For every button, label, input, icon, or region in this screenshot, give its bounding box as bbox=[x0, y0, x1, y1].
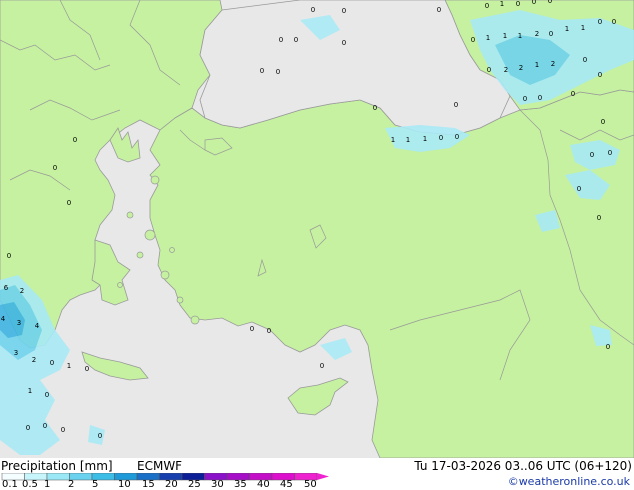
scale-label-10: 35 bbox=[234, 479, 247, 490]
precip-value-5: 0 bbox=[516, 0, 520, 8]
precip-value-65: 0 bbox=[26, 424, 30, 432]
precip-value-28: 0 bbox=[583, 56, 587, 64]
precip-value-9: 0 bbox=[612, 18, 616, 26]
precip-value-33: 0 bbox=[454, 101, 458, 109]
precip-value-36: 1 bbox=[391, 136, 395, 144]
scale-label-12: 45 bbox=[280, 479, 293, 490]
scale-label-11: 40 bbox=[257, 479, 270, 490]
precip-value-26: 1 bbox=[535, 61, 539, 69]
footer-model: ECMWF bbox=[137, 459, 183, 473]
precip-value-4: 1 bbox=[500, 0, 504, 8]
precip-value-38: 1 bbox=[423, 135, 427, 143]
precip-value-37: 1 bbox=[406, 136, 410, 144]
precip-value-25: 2 bbox=[519, 64, 523, 72]
precip-value-63: 1 bbox=[28, 387, 32, 395]
precip-value-41: 0 bbox=[73, 136, 77, 144]
precip-value-13: 0 bbox=[471, 36, 475, 44]
scale-label-1: 0.5 bbox=[22, 479, 38, 490]
precip-value-34: 0 bbox=[373, 104, 377, 112]
precip-value-2: 0 bbox=[437, 6, 441, 14]
precip-value-10: 0 bbox=[279, 36, 283, 44]
precip-value-11: 0 bbox=[294, 36, 298, 44]
precip-value-67: 0 bbox=[61, 426, 65, 434]
precip-value-43: 0 bbox=[608, 149, 612, 157]
precip-value-22: 0 bbox=[276, 68, 280, 76]
map-canvas: 0 0 0 0 1 0 0 0 0 0 0 0 0 0 1 1 1 2 0 1 1 0 0 0 2 2 1 2 0 0 0 0 0 0 0 0 1 1 1 0… bbox=[0, 0, 634, 459]
precip-value-47: 0 bbox=[597, 214, 601, 222]
scale-label-5: 10 bbox=[118, 479, 131, 490]
scale-label-4: 5 bbox=[92, 479, 99, 490]
precip-value-53: 4 bbox=[35, 322, 40, 330]
precip-value-14: 1 bbox=[486, 34, 490, 42]
precip-value-6: 0 bbox=[532, 0, 536, 6]
precip-value-45: 0 bbox=[577, 185, 581, 193]
scale-label-0: 0.1 bbox=[2, 479, 18, 490]
precip-value-58: 0 bbox=[50, 359, 54, 367]
precip-value-24: 2 bbox=[504, 66, 508, 74]
precip-value-12: 0 bbox=[342, 39, 346, 47]
scale-label-8: 25 bbox=[188, 479, 201, 490]
scale-label-9: 30 bbox=[211, 479, 224, 490]
precip-value-48: 0 bbox=[7, 252, 11, 260]
precip-value-3: 0 bbox=[485, 2, 489, 10]
precip-value-51: 4 bbox=[1, 315, 6, 323]
precip-value-17: 2 bbox=[535, 30, 539, 38]
precip-value-64: 0 bbox=[45, 391, 49, 399]
scale-swatch-2 bbox=[46, 473, 70, 481]
precip-value-62: 0 bbox=[606, 343, 610, 351]
precip-value-49: 6 bbox=[4, 284, 9, 292]
precip-value-40: 0 bbox=[455, 133, 459, 141]
precip-value-57: 2 bbox=[32, 356, 36, 364]
scale-label-7: 20 bbox=[165, 479, 178, 490]
precip-value-29: 0 bbox=[598, 71, 602, 79]
scale-label-6: 15 bbox=[142, 479, 155, 490]
precip-value-66: 0 bbox=[43, 422, 47, 430]
precip-value-27: 2 bbox=[551, 60, 555, 68]
precip-value-32: 0 bbox=[571, 90, 575, 98]
precip-value-18: 0 bbox=[549, 30, 553, 38]
precip-value-68: 0 bbox=[98, 432, 102, 440]
precip-value-16: 1 bbox=[518, 32, 522, 40]
scale-label-2: 1 bbox=[44, 479, 51, 490]
precip-value-61: 0 bbox=[320, 362, 324, 370]
precip-value-31: 0 bbox=[538, 94, 542, 102]
precip-value-7: 0 bbox=[548, 0, 552, 5]
precip-value-23: 0 bbox=[487, 66, 491, 74]
footer-credit[interactable]: ©weatheronline.co.uk bbox=[508, 475, 630, 489]
precip-value-50: 2 bbox=[20, 287, 24, 295]
precip-value-15: 1 bbox=[503, 32, 507, 40]
footer-title: Precipitation [mm] bbox=[1, 459, 113, 473]
precip-value-60: 0 bbox=[85, 365, 89, 373]
precip-value-44: 0 bbox=[53, 164, 57, 172]
precip-value-20: 1 bbox=[581, 24, 585, 32]
precip-value-19: 1 bbox=[565, 25, 569, 33]
precip-value-54: 0 bbox=[250, 325, 254, 333]
precip-value-30: 0 bbox=[523, 95, 527, 103]
precip-value-55: 0 bbox=[267, 327, 271, 335]
precip-value-21: 0 bbox=[260, 67, 264, 75]
precip-value-59: 1 bbox=[67, 362, 71, 370]
precip-value-52: 3 bbox=[17, 319, 21, 327]
precip-value-8: 0 bbox=[598, 18, 602, 26]
scale-arrow bbox=[317, 473, 329, 480]
precip-value-35: 0 bbox=[601, 118, 605, 126]
scale-label-3: 2 bbox=[68, 479, 75, 490]
map-area: 0 0 0 0 1 0 0 0 0 0 0 0 0 0 1 1 1 2 0 1 1 0 0 0 2 2 1 2 0 0 0 0 0 0 0 0 1 1 1 0… bbox=[0, 0, 634, 459]
footer-date: Tu 17-03-2026 03..06 UTC (06+120) bbox=[414, 459, 632, 473]
map-footer: Precipitation [mm] ECMWF Tu 17-03-2026 0… bbox=[0, 458, 634, 490]
precip-value-1: 0 bbox=[342, 7, 346, 15]
precip-value-42: 0 bbox=[590, 151, 594, 159]
scale-label-13: 50 bbox=[304, 479, 317, 490]
precip-value-56: 3 bbox=[14, 349, 18, 357]
precip-value-46: 0 bbox=[67, 199, 71, 207]
precip-value-39: 0 bbox=[439, 134, 443, 142]
precip-value-0: 0 bbox=[311, 6, 315, 14]
